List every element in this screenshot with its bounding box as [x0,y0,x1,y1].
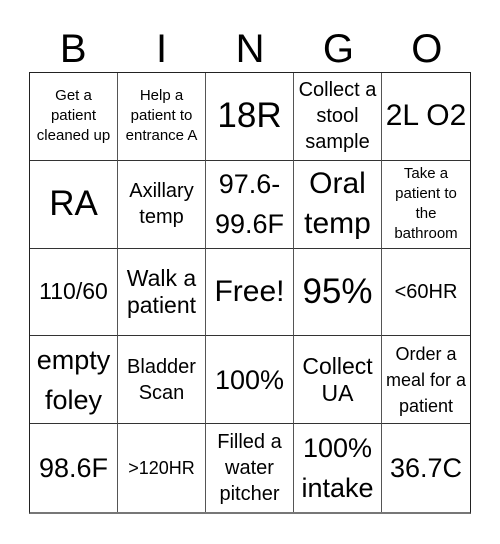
bingo-cell[interactable]: 97.6-99.6F [206,160,294,249]
header-letter-g: G [322,27,354,71]
bingo-cell[interactable]: >120HR [118,424,206,512]
bingo-grid: Get a patient cleaned up Help a patient … [29,72,471,514]
bingo-cell[interactable]: Get a patient cleaned up [30,73,118,161]
header-letter-n: N [235,27,265,71]
bingo-cell[interactable]: Axillary temp [118,160,206,249]
bingo-cell[interactable]: Bladder Scan [118,336,206,425]
header-letter-b: B [59,27,87,71]
bingo-cell[interactable]: Take a patient to the bathroom [382,161,470,249]
bingo-cell[interactable]: 110/60 [30,248,118,337]
bingo-cell[interactable]: Collect a stool sample [294,73,382,161]
bingo-cell[interactable]: Walk a patient [118,248,206,337]
bingo-cell[interactable]: 98.6F [30,424,118,512]
bingo-header: B I N G O [29,26,471,72]
bingo-cell[interactable]: Collect UA [294,336,382,425]
bingo-cell[interactable]: 36.7C [382,424,470,512]
bingo-cell[interactable]: 100% [206,336,294,425]
header-letter-o: O [411,27,443,71]
bingo-cell[interactable]: Order a meal for a patient [382,336,470,425]
bingo-cell[interactable]: 95% [294,248,382,337]
bingo-cell[interactable]: 18R [206,73,294,161]
bingo-cell[interactable]: empty foley [30,336,118,425]
bingo-cell[interactable]: 100% intake [294,424,382,512]
bingo-cell[interactable]: 2L O2 [382,73,470,161]
bingo-cell[interactable]: <60HR [382,249,470,337]
free-space-cell[interactable]: Free! [206,248,294,337]
bingo-cell[interactable]: RA [30,160,118,249]
header-letter-i: I [156,27,168,71]
bingo-cell[interactable]: Filled a water pitcher [206,424,294,512]
bingo-cell[interactable]: Oral temp [294,160,382,249]
bingo-cell[interactable]: Help a patient to entrance A [118,73,206,161]
